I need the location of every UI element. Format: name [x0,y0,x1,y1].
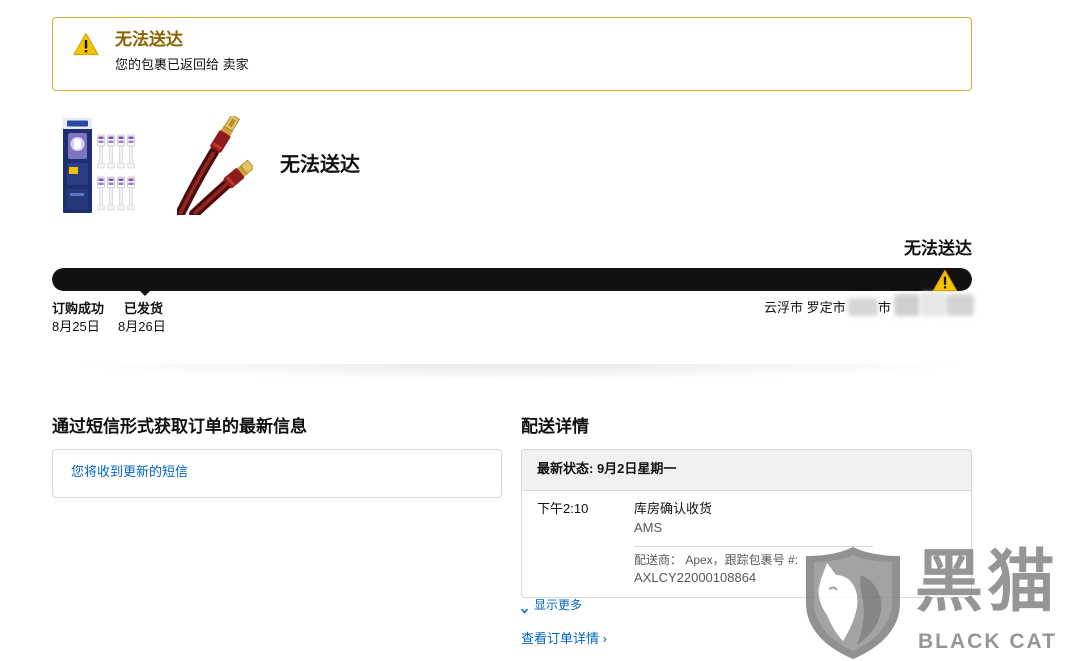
sms-updates-heading: 通过短信形式获取订单的最新信息 [52,417,307,436]
progress-bar [52,268,972,291]
tracker-status-label: 无法送达 [904,239,972,258]
progress-bar-fill [52,268,972,291]
milestone-label-shipped: 已发货 [124,301,164,316]
warning-icon [73,32,99,56]
show-more-button[interactable]: 显示更多 [519,598,599,614]
shipment-status-heading: 无法送达 [280,154,360,176]
latest-status-text: 最新状态: 9月2日星期一 [537,461,677,476]
chevron-down-icon [520,602,529,614]
latest-status-header: 最新状态: 9月2日星期一 [522,450,971,491]
sms-updates-card: 您将收到更新的短信 [52,449,502,498]
redacted-address-block [920,292,946,316]
tracking-number: AXLCY22000108864 [634,570,757,585]
order-tracking-page: 无法送达 您的包裹已返回给 卖家 无法送达 无法送达 订购成功 已发货 8月25… [0,0,1073,661]
toothbrush-heads-product-image[interactable] [60,117,140,214]
sms-updates-link[interactable]: 您将收到更新的短信 [71,464,188,480]
cat-shield-icon [803,545,903,661]
event-time: 下午2:10 [537,501,589,516]
progress-marker [139,290,151,296]
show-more-label: 显示更多 [534,598,583,612]
warning-icon [932,269,958,292]
view-order-details-link[interactable]: 查看订单详情 › [521,631,607,647]
watermark-text-en: BLACK CAT [918,630,1057,653]
redacted-address-block [894,294,920,316]
alert-message: 您的包裹已返回给 卖家 [115,57,249,72]
watermark-text-cn: 黑猫 [915,544,1060,620]
redacted-address-block [946,294,974,316]
carrier-info: 配送商： Apex，跟踪包裹号 #: [634,553,799,567]
current-location-fragment: 市 [878,300,892,315]
usb-cable-product-image[interactable] [175,113,255,219]
milestone-label-ordered: 订购成功 [52,301,105,316]
redacted-address-block [848,298,878,316]
event-status: 库房确认收货 [634,501,713,516]
delivery-details-heading: 配送详情 [521,417,589,436]
watermark-logo: 黑猫 BLACK CAT [800,544,1072,661]
current-location: 云浮市 罗定市 [764,300,846,315]
delivery-alert: 无法送达 您的包裹已返回给 卖家 [52,17,972,91]
milestone-date-ordered: 8月25日 [52,319,100,334]
event-location: AMS [634,520,663,535]
milestone-date-shipped: 8月26日 [118,319,166,334]
section-divider [70,364,970,380]
alert-title: 无法送达 [115,30,183,49]
